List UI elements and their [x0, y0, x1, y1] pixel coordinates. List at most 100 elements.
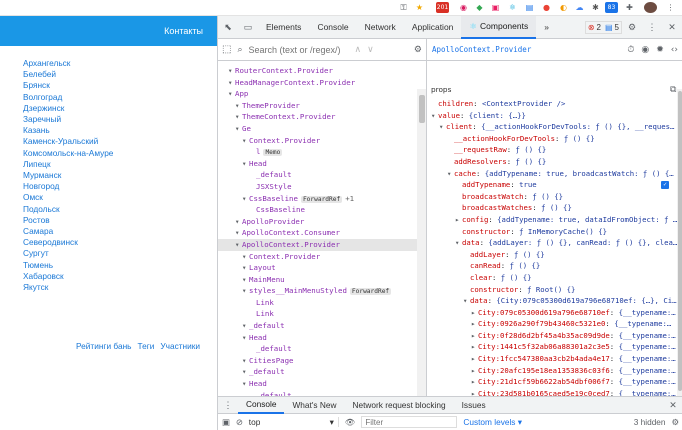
- contacts-link[interactable]: Контакты: [164, 26, 203, 36]
- tree-node[interactable]: Link: [218, 308, 418, 320]
- expand-toggle-icon[interactable]: ▾: [242, 135, 249, 147]
- tab-components[interactable]: ⚛ Components: [461, 15, 537, 39]
- prop-value[interactable]: {City:079c05300d619a796e68710ef: {…}, Ci…: [496, 296, 676, 305]
- tree-node[interactable]: ▾ _default: [218, 320, 418, 332]
- expand-toggle-icon[interactable]: ▾: [431, 110, 438, 122]
- tree-node[interactable]: ▾ Head: [218, 332, 418, 344]
- prop-value[interactable]: {__typename:…: [614, 319, 671, 328]
- expand-toggle-icon[interactable]: ▾: [235, 227, 242, 239]
- star-icon[interactable]: ★: [414, 2, 425, 13]
- expand-toggle-icon[interactable]: ▾: [447, 168, 454, 180]
- expand-toggle-icon[interactable]: ▾: [235, 100, 242, 112]
- expand-toggle-icon[interactable]: ▸: [471, 388, 478, 396]
- tree-node[interactable]: ▾ ApolloContext.Provider: [218, 238, 418, 251]
- prop-row[interactable]: ▸ City:0f28d6d2bf45a4b35ac09d9de: {__type…: [427, 330, 679, 342]
- tree-node[interactable]: ▾ CitiesPage: [218, 355, 418, 367]
- prop-row[interactable]: canRead: ƒ () {}: [427, 260, 679, 272]
- filter-input[interactable]: [361, 416, 458, 428]
- extension-icon[interactable]: ◐: [558, 2, 569, 13]
- prop-row[interactable]: addTypename: true ✓: [427, 179, 679, 191]
- tree-node[interactable]: JSXStyle: [218, 181, 418, 193]
- log-levels-dropdown[interactable]: Custom levels ▾: [463, 417, 553, 427]
- tree-node[interactable]: ▾ MainMenu: [218, 274, 418, 286]
- tab-elements[interactable]: Elements: [258, 16, 309, 39]
- extension-badge-icon[interactable]: 201: [436, 2, 449, 13]
- copy-icon[interactable]: ⧉: [670, 85, 676, 95]
- tree-node[interactable]: ▾ _default: [218, 366, 418, 378]
- expand-toggle-icon[interactable]: ▾: [228, 77, 235, 89]
- prop-row[interactable]: constructor: ƒ Root() {}: [427, 284, 679, 296]
- expand-toggle-icon[interactable]: ▾: [228, 88, 235, 100]
- clear-console-icon[interactable]: ⊘: [236, 417, 243, 427]
- prop-value[interactable]: {addTypename: true, dataIdFromObject: ƒ …: [497, 215, 677, 224]
- tree-node[interactable]: CssBaseline: [218, 204, 418, 216]
- prop-value[interactable]: {client: {…}}: [469, 111, 526, 120]
- expand-toggle-icon[interactable]: ▾: [242, 355, 249, 367]
- suspend-icon[interactable]: ⏱: [627, 45, 634, 55]
- city-link[interactable]: Архангельск: [23, 58, 113, 69]
- props-scrollbar[interactable]: [677, 89, 682, 396]
- prop-value[interactable]: ƒ () {}: [514, 250, 545, 259]
- prop-value[interactable]: {__typename:…: [619, 377, 676, 386]
- ratings-link[interactable]: Рейтинги бань: [76, 341, 131, 351]
- tree-node[interactable]: _default: [218, 343, 418, 355]
- drawer-tab-network-request-blocking[interactable]: Network request blocking: [344, 397, 453, 414]
- tree-node[interactable]: ▾ Ge: [218, 123, 418, 135]
- drawer-menu-icon[interactable]: ⋮: [222, 399, 234, 411]
- drawer-tab-console[interactable]: Console: [238, 397, 285, 414]
- expand-toggle-icon[interactable]: ▾: [242, 366, 249, 378]
- expand-toggle-icon[interactable]: ▾: [463, 295, 470, 307]
- expand-toggle-icon[interactable]: ▸: [471, 365, 478, 377]
- prop-row[interactable]: ▾ data: {addLayer: ƒ () {}, canRead: ƒ ()…: [427, 237, 679, 249]
- expand-toggle-icon[interactable]: ▾: [242, 332, 249, 344]
- next-result-icon[interactable]: ∨: [367, 44, 374, 55]
- prop-value[interactable]: <ContextProvider />: [482, 99, 565, 108]
- prop-row[interactable]: ▾ client: {__actionHookForDevTools: ƒ () …: [427, 121, 679, 133]
- prop-row[interactable]: clear: ƒ () {}: [427, 272, 679, 284]
- tree-scrollbar-thumb[interactable]: [419, 95, 425, 123]
- expand-toggle-icon[interactable]: ▾: [228, 65, 235, 77]
- context-selector[interactable]: top ▾: [249, 417, 339, 427]
- prop-row[interactable]: ▾ cache: {addTypename: true, broadcastWat…: [427, 168, 679, 180]
- prop-row[interactable]: broadcastWatches: ƒ () {}: [427, 202, 679, 214]
- tree-node[interactable]: _default: [218, 169, 418, 181]
- prop-value[interactable]: {__typename:…: [619, 389, 676, 396]
- more-tabs-button[interactable]: »: [536, 16, 557, 39]
- city-link[interactable]: Омск: [23, 192, 113, 203]
- live-expression-icon[interactable]: 👁: [345, 417, 356, 428]
- prop-row[interactable]: addResolvers: ƒ () {}: [427, 156, 679, 168]
- drawer-tab-whats-new[interactable]: What's New: [284, 397, 344, 414]
- tab-network[interactable]: Network: [357, 16, 404, 39]
- extension-icon[interactable]: ●: [541, 2, 552, 13]
- expand-toggle-icon[interactable]: ▾: [242, 320, 249, 332]
- prop-row[interactable]: ▾ data: {City:079c05300d619a796e68710ef: …: [427, 295, 679, 307]
- city-link[interactable]: Заречный: [23, 114, 113, 125]
- prop-value[interactable]: {addLayer: ƒ () {}, canRead: ƒ () {}, cl…: [488, 238, 677, 247]
- tree-node[interactable]: ▾ Context.Provider: [218, 135, 418, 147]
- prop-value[interactable]: ƒ InMemoryCache() {}: [519, 227, 607, 236]
- prop-value[interactable]: ƒ () {}: [564, 134, 595, 143]
- tree-scrollbar[interactable]: [417, 89, 426, 396]
- more-options-icon[interactable]: ⋮: [646, 21, 658, 33]
- expand-toggle-icon[interactable]: ▾: [455, 237, 462, 249]
- prop-value[interactable]: ƒ () {}: [501, 273, 532, 282]
- city-link[interactable]: Дзержинск: [23, 103, 113, 114]
- prop-row[interactable]: ▸ City:079c05300d619a796e68710ef: {__type…: [427, 307, 679, 319]
- tree-node[interactable]: ▾ HeadManagerContext.Provider: [218, 77, 418, 89]
- city-link[interactable]: Волгоград: [23, 92, 113, 103]
- expand-toggle-icon[interactable]: ▾: [242, 158, 249, 170]
- issues-counter[interactable]: ⊗ 2 ▤ 5: [584, 20, 622, 34]
- tree-node[interactable]: ▾ Context.Provider: [218, 251, 418, 263]
- prop-value[interactable]: {__typename:…: [619, 354, 676, 363]
- previous-result-icon[interactable]: ∧: [355, 44, 362, 55]
- sidebar-toggle-icon[interactable]: ▣: [222, 417, 230, 427]
- console-settings-icon[interactable]: ⚙: [672, 417, 682, 427]
- avatar[interactable]: [644, 2, 657, 13]
- tree-node[interactable]: ▾ Head: [218, 378, 418, 390]
- prop-value[interactable]: ƒ () {}: [532, 192, 563, 201]
- city-link[interactable]: Липецк: [23, 159, 113, 170]
- extension-icon[interactable]: ⚛: [507, 2, 518, 13]
- tree-node[interactable]: l Memo: [218, 146, 418, 158]
- prop-row[interactable]: ▸ City:23d581b0165caed5e19c0ced7: {__type…: [427, 388, 679, 396]
- tree-node[interactable]: ▾ Head: [218, 158, 418, 170]
